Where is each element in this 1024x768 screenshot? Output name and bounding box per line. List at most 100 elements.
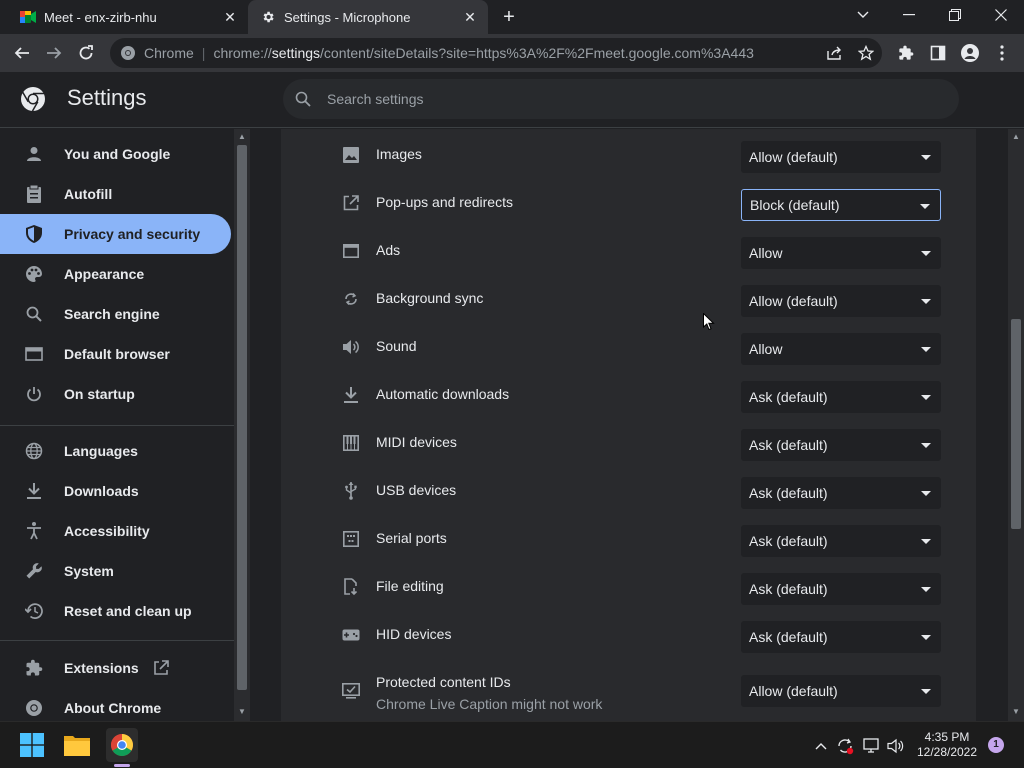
permission-select[interactable]: Allow [741,333,941,365]
permission-select[interactable]: Allow (default) [741,141,941,173]
serial-port-icon [341,529,361,549]
search-icon [293,89,313,109]
permission-select[interactable]: Ask (default) [741,573,941,605]
side-panel-icon[interactable] [924,39,952,67]
back-button[interactable] [8,39,36,67]
dropdown-caret-icon [921,299,931,304]
scroll-down-arrow-icon[interactable]: ▼ [237,707,247,717]
sidebar-item-privacy-and-security[interactable]: Privacy and security [0,214,231,254]
sync-status-icon[interactable] [835,736,855,756]
dropdown-caret-icon [921,539,931,544]
scroll-up-arrow-icon[interactable]: ▲ [237,132,247,142]
sidebar-item-system[interactable]: System [0,551,231,591]
sidebar-divider [0,425,234,426]
page-title: Settings [67,85,147,110]
scroll-up-arrow-icon[interactable]: ▲ [1011,132,1021,142]
close-tab-icon[interactable]: ✕ [222,9,238,25]
permission-select[interactable]: Ask (default) [741,621,941,653]
sidebar-divider [0,640,234,641]
permission-row-serial-ports: Serial ports Ask (default) [281,515,976,563]
volume-icon [341,337,361,357]
checkbox-screen-icon [341,681,361,701]
file-edit-icon [341,577,361,597]
file-explorer-icon[interactable] [62,730,92,760]
profile-avatar-icon[interactable] [956,39,984,67]
piano-icon [341,433,361,453]
active-app-indicator [114,764,130,767]
reload-button[interactable] [72,39,100,67]
dropdown-caret-icon [921,155,931,160]
image-icon [341,145,361,165]
minimize-button[interactable] [886,0,932,30]
close-tab-icon[interactable]: ✕ [462,9,478,25]
sidebar-item-accessibility[interactable]: Accessibility [0,511,231,551]
address-bar[interactable]: Chrome | chrome://settings/content/siteD… [110,38,882,68]
new-tab-button[interactable]: + [498,6,520,28]
permission-row-hid-devices: HID devices Ask (default) [281,611,976,659]
browser-icon [24,344,44,364]
gamepad-icon [341,625,361,645]
main-scrollbar[interactable]: ▲ ▼ [1008,129,1024,721]
sidebar-item-reset-and-clean-up[interactable]: Reset and clean up [0,591,231,631]
tab-search-chevron-icon[interactable] [840,0,886,30]
sidebar-item-on-startup[interactable]: On startup [0,374,231,414]
site-details-main: Images Allow (default) Pop-ups and redir… [250,129,1008,721]
kebab-menu-icon[interactable] [988,39,1016,67]
permission-row-images: Images Allow (default) [281,131,976,179]
settings-header: Settings [0,72,1024,128]
dropdown-caret-icon [921,347,931,352]
chrome-icon [24,698,44,718]
tab-settings[interactable]: Settings - Microphone ✕ [248,0,488,34]
restore-icon [24,601,44,621]
search-settings-box[interactable] [283,79,959,119]
scroll-down-arrow-icon[interactable]: ▼ [1011,707,1021,717]
dropdown-caret-icon [921,395,931,400]
sidebar-item-default-browser[interactable]: Default browser [0,334,231,374]
usb-icon [341,481,361,501]
permission-select[interactable]: Ask (default) [741,429,941,461]
forward-button[interactable] [40,39,68,67]
dropdown-caret-icon [921,689,931,694]
scrollbar-thumb[interactable] [237,145,247,690]
clock-date: 12/28/2022 [916,745,978,759]
permission-select[interactable]: Allow [741,237,941,269]
permission-select[interactable]: Ask (default) [741,477,941,509]
permission-row-sound: Sound Allow [281,323,976,371]
close-window-button[interactable] [978,0,1024,30]
sidebar-scrollbar[interactable]: ▲ ▼ [234,129,250,721]
scrollbar-thumb[interactable] [1011,319,1021,529]
sidebar-item-autofill[interactable]: Autofill [0,174,231,214]
permission-select[interactable]: Block (default) [741,189,941,221]
network-icon[interactable] [862,736,882,756]
open-external-icon [341,193,361,213]
taskbar-clock[interactable]: 4:35 PM 12/28/2022 [912,730,982,760]
sidebar-item-you-and-google[interactable]: You and Google [0,134,231,174]
notification-badge[interactable]: 1 [988,737,1004,753]
permission-row-ads: Ads Allow [281,227,976,275]
windows-start-icon[interactable] [17,730,47,760]
chrome-taskbar-icon[interactable] [106,728,138,762]
sidebar-item-extensions[interactable]: Extensions [0,648,231,688]
permission-select[interactable]: Allow (default) [741,285,941,317]
tray-chevron-up-icon[interactable] [811,736,831,756]
sidebar-item-languages[interactable]: Languages [0,431,231,471]
settings-sidebar: You and Google Autofill Privacy and secu… [0,129,234,721]
tab-meet[interactable]: Meet - enx-zirb-nhu ✕ [0,0,248,34]
sidebar-item-appearance[interactable]: Appearance [0,254,231,294]
share-icon[interactable] [820,39,848,67]
search-input[interactable] [327,91,927,107]
permission-select[interactable]: Ask (default) [741,525,941,557]
sidebar-item-search-engine[interactable]: Search engine [0,294,231,334]
clipboard-icon [24,184,44,204]
permissions-card: Images Allow (default) Pop-ups and redir… [281,129,976,721]
permission-select[interactable]: Allow (default) [741,675,941,707]
globe-icon [24,441,44,461]
restore-button[interactable] [932,0,978,30]
gear-icon [260,9,276,25]
bookmark-star-icon[interactable] [852,39,880,67]
extensions-puzzle-icon[interactable] [892,39,920,67]
permission-select[interactable]: Ask (default) [741,381,941,413]
sidebar-item-downloads[interactable]: Downloads [0,471,231,511]
volume-icon[interactable] [886,736,906,756]
dropdown-caret-icon [920,204,930,209]
